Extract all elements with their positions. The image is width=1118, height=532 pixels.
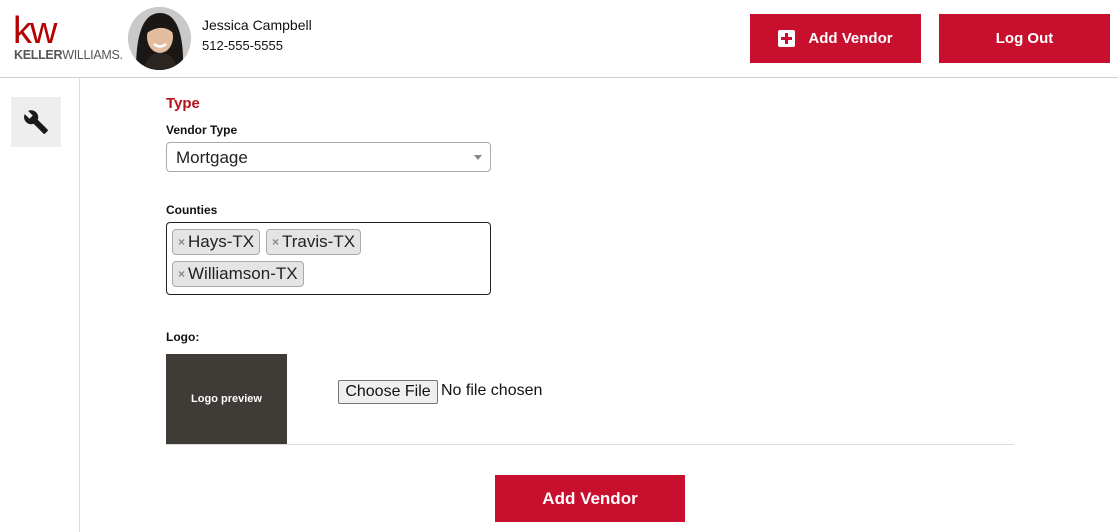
county-tag: × Travis-TX <box>266 229 362 255</box>
choose-file-button[interactable]: Choose File <box>338 380 438 404</box>
county-tag: × Hays-TX <box>172 229 261 255</box>
vendor-type-select[interactable]: Mortgage <box>166 142 491 172</box>
remove-tag-icon[interactable]: × <box>178 267 185 281</box>
user-phone: 512-555-5555 <box>202 38 283 53</box>
sidebar-tools-button[interactable] <box>11 97 61 147</box>
remove-tag-icon[interactable]: × <box>272 235 279 249</box>
county-tag: × Williamson-TX <box>172 261 304 287</box>
app-header: kw KELLERWILLIAMS. Jessica Campbell 512-… <box>0 0 1118 78</box>
add-vendor-submit-button[interactable]: Add Vendor <box>495 475 685 522</box>
avatar <box>128 7 191 70</box>
logo-preview: Logo preview <box>166 354 287 444</box>
counties-label: Counties <box>166 203 218 217</box>
header-add-vendor-button[interactable]: Add Vendor <box>750 14 921 63</box>
county-tag-label: Travis-TX <box>282 232 356 251</box>
logo-label: Logo: <box>166 330 200 344</box>
divider <box>166 444 1014 445</box>
header-add-vendor-label: Add Vendor <box>808 30 893 47</box>
vendor-type-value: Mortgage <box>176 148 248 167</box>
file-status-text: No file chosen <box>441 382 543 399</box>
vendor-type-label: Vendor Type <box>166 123 238 137</box>
user-name: Jessica Campbell <box>202 17 312 33</box>
chevron-down-icon <box>474 155 482 160</box>
brand-wordmark: KELLERWILLIAMS. <box>14 48 123 62</box>
kw-logo-mark: kw <box>13 10 57 52</box>
remove-tag-icon[interactable]: × <box>178 235 185 249</box>
section-title-type: Type <box>166 95 200 112</box>
keller-williams-logo[interactable]: kw KELLERWILLIAMS. <box>13 10 123 64</box>
logout-button[interactable]: Log Out <box>939 14 1110 63</box>
county-tag-label: Williamson-TX <box>188 264 298 283</box>
counties-multiselect[interactable]: × Hays-TX × Travis-TX × Williamson-TX <box>166 222 491 295</box>
wrench-icon <box>24 110 48 134</box>
user-photo <box>128 7 191 70</box>
plus-square-icon <box>778 30 796 47</box>
sidebar <box>0 78 80 532</box>
county-tag-label: Hays-TX <box>188 232 255 251</box>
